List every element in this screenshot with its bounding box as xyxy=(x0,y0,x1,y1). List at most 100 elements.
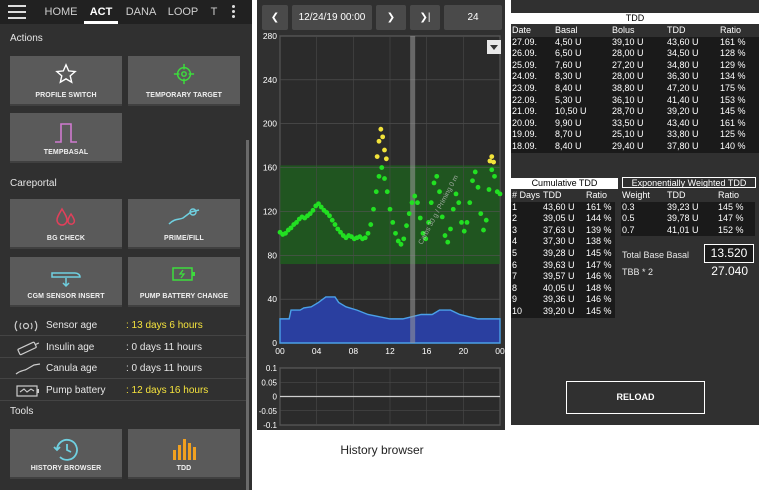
cumulative-row-cell: 148 % xyxy=(585,282,615,295)
tdd-row-cell: 4,50 U xyxy=(554,36,611,49)
cumulative-tdd-title: Cumulative TDD xyxy=(511,178,618,189)
history-browser-label: HISTORY BROWSER xyxy=(30,465,102,472)
tdd-row-cell: 39,10 U xyxy=(611,36,666,49)
tdd-row: 18.09. 8,40 U 29,40 U 37,80 U 140 % xyxy=(511,140,759,153)
bg-point xyxy=(387,206,393,212)
tab-home[interactable]: HOME xyxy=(40,0,82,24)
total-base-basal-input[interactable]: 13.520 xyxy=(704,244,754,263)
y-tick-label: 120 xyxy=(263,206,277,216)
cgm-sensor-insert-button[interactable]: CGM SENSOR INSERT xyxy=(10,257,122,307)
scrollbar[interactable] xyxy=(246,140,249,490)
actions-heading: Actions xyxy=(10,33,43,44)
profile-switch-button[interactable]: PROFILE SWITCH xyxy=(10,56,122,106)
tdd-row-cell: 34,50 U xyxy=(666,48,719,60)
battery-icon xyxy=(172,267,195,281)
bg-point xyxy=(401,236,407,242)
overflow-menu-icon[interactable] xyxy=(232,5,236,20)
star-icon xyxy=(55,63,77,84)
tempbasal-button[interactable]: TEMPBASAL xyxy=(10,113,122,163)
tdd-row-cell: 129 % xyxy=(719,59,759,72)
weighted-row-cell: 145 % xyxy=(717,201,755,214)
tdd-row-cell: 161 % xyxy=(719,117,759,130)
canula-age-value: : 0 days 11 hours xyxy=(126,363,202,374)
total-base-basal-label: Total Base Basal xyxy=(622,250,690,260)
tbb2-label: TBB * 2 xyxy=(622,267,654,277)
y-tick-label: 200 xyxy=(263,119,277,129)
prime-fill-label: PRIME/FILL xyxy=(164,235,204,242)
bg-point xyxy=(491,159,496,165)
cumulative-row: 2 39,05 U 144 % xyxy=(511,213,615,225)
tdd-row-cell: 43,60 U xyxy=(666,36,719,49)
cumulative-row-cell: 1 xyxy=(511,201,542,214)
bg-point xyxy=(450,206,456,212)
insulin-age-value: : 0 days 11 hours xyxy=(126,342,202,353)
cgm-sensor-icon xyxy=(51,272,81,288)
tdd-row-cell: 125 % xyxy=(719,129,759,141)
act-panel: HOME ACT DANA LOOP T Actions PROFILE SWI… xyxy=(0,0,252,490)
temporary-target-button[interactable]: TEMPORARY TARGET xyxy=(128,56,240,106)
bg-point xyxy=(486,187,492,192)
tdd-row-cell: 36,10 U xyxy=(611,94,666,107)
pump-battery-value: : 12 days 16 hours xyxy=(126,385,209,396)
bg-point xyxy=(428,200,434,206)
crosshair-icon xyxy=(173,63,195,85)
pump-battery-icon xyxy=(16,385,39,397)
prime-fill-button[interactable]: PRIME/FILL xyxy=(128,199,240,249)
tdd-row-cell: 18.09. xyxy=(511,140,554,153)
tdd-row-cell: 23.09. xyxy=(511,82,554,95)
tdd-row-cell: 140 % xyxy=(719,140,759,153)
bg-point xyxy=(448,226,453,232)
secondary-y-tick-label: 0 xyxy=(273,393,278,402)
cumulative-row-cell: 146 % xyxy=(585,271,615,283)
bg-point xyxy=(376,173,382,179)
insulin-age-row: Insulin age : 0 days 11 hours xyxy=(14,338,244,358)
col-w-tdd: TDD xyxy=(666,190,717,202)
sensor-signal-icon xyxy=(14,320,38,332)
bg-point xyxy=(459,219,464,225)
tbb2-value: 27.040 xyxy=(711,264,748,278)
tab-dana[interactable]: DANA xyxy=(120,0,162,24)
reload-button[interactable]: RELOAD xyxy=(566,381,705,414)
weighted-row-cell: 39,78 U xyxy=(666,213,717,225)
history-browser-button[interactable]: HISTORY BROWSER xyxy=(10,429,122,479)
x-tick-label: 20 xyxy=(459,346,469,356)
tab-loop[interactable]: LOOP xyxy=(164,0,202,24)
bg-point xyxy=(382,176,387,181)
secondary-chart-layer: 0.1 0.05 0 -0.05 -0.1 xyxy=(259,364,501,430)
menu-icon[interactable] xyxy=(8,5,26,19)
chart-options-dropdown[interactable] xyxy=(487,40,501,54)
pump-battery-change-button[interactable]: PUMP BATTERY CHANGE xyxy=(128,257,240,307)
tdd-row: 21.09. 10,50 U 28,70 U 39,20 U 145 % xyxy=(511,106,759,118)
tdd-row: 20.09. 9,90 U 33,50 U 43,40 U 161 % xyxy=(511,117,759,130)
tdd-button[interactable]: TDD xyxy=(128,429,240,479)
cumulative-row-cell: 7 xyxy=(511,271,542,283)
cumulative-row: 4 37,30 U 138 % xyxy=(511,236,615,248)
cumulative-row: 9 39,36 U 146 % xyxy=(511,294,615,306)
bg-check-button[interactable]: BG CHECK xyxy=(10,199,122,249)
bg-point xyxy=(327,213,332,219)
cumulative-row-cell: 138 % xyxy=(585,236,615,248)
cumulative-row-cell: 39,36 U xyxy=(542,294,585,306)
divider xyxy=(0,378,246,379)
tdd-row-cell: 38,80 U xyxy=(611,82,666,95)
cumulative-row: 5 39,28 U 145 % xyxy=(511,247,615,260)
insulin-pen-icon xyxy=(17,341,40,356)
tdd-row-cell: 128 % xyxy=(719,48,759,60)
col-weight: Weight xyxy=(621,190,666,202)
cumulative-row-cell: 6 xyxy=(511,259,542,272)
cgm-sensor-insert-label: CGM SENSOR INSERT xyxy=(27,293,105,300)
cumulative-row-cell: 9 xyxy=(511,294,542,306)
tdd-row-cell: 153 % xyxy=(719,94,759,107)
bg-point xyxy=(409,200,415,206)
weighted-row: 0.5 39,78 U 147 % xyxy=(621,213,755,225)
bg-point xyxy=(310,207,316,213)
tdd-row-cell: 25,10 U xyxy=(611,129,666,141)
weighted-tdd-table: Weight TDD Ratio 0.3 39,23 U 145 % 0.5 39,78… xyxy=(621,190,755,237)
temporary-target-label: TEMPORARY TARGET xyxy=(145,92,223,99)
tdd-row-cell: 145 % xyxy=(719,106,759,118)
bg-point xyxy=(442,233,448,238)
careportal-heading: Careportal xyxy=(10,178,57,189)
cumulative-row-cell: 5 xyxy=(511,247,542,260)
tab-truncated[interactable]: T xyxy=(204,0,224,24)
tools-heading: Tools xyxy=(10,406,34,417)
